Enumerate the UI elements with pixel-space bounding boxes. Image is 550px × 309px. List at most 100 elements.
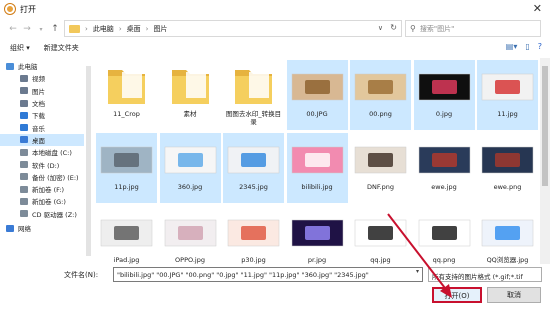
document-icon (20, 99, 28, 107)
sidebar-item-label: 图片 (32, 87, 45, 96)
refresh-icon[interactable]: ↻ (390, 23, 397, 32)
sidebar-item[interactable]: CD 驱动器 (Z:) (0, 208, 84, 220)
chevron-right-icon: › (145, 24, 149, 33)
sidebar-item[interactable]: 此电脑 (0, 60, 84, 72)
file-item[interactable]: DNF.png (350, 133, 411, 203)
file-name: qq.jpg (370, 256, 391, 264)
file-name: OPPO.jpg (175, 256, 205, 264)
file-item[interactable]: 0.jpg (413, 60, 475, 130)
cd-icon (20, 210, 28, 218)
sidebar-item[interactable]: 本地磁盘 (C:) (0, 146, 84, 158)
open-button[interactable]: 打开(O) (432, 287, 482, 303)
filename-field[interactable]: "bilibili.jpg" "00.JPG" "00.png" "0.jpg"… (113, 267, 423, 282)
chevron-down-icon[interactable]: ∨ (378, 24, 383, 32)
file-item[interactable]: ewe.jpg (414, 133, 475, 203)
search-input[interactable]: 搜索"图片" (420, 24, 454, 34)
image-thumbnail (291, 64, 344, 108)
file-item[interactable]: 素材 (160, 60, 221, 130)
breadcrumb-this-pc[interactable]: 此电脑 (93, 24, 114, 34)
file-list-scrollbar[interactable] (540, 58, 550, 264)
sidebar-item[interactable]: 网络 (0, 222, 84, 234)
sidebar-item[interactable]: 图片 (0, 85, 84, 97)
window-title: 打开 (20, 4, 36, 14)
sidebar-item[interactable]: 音乐 (0, 121, 84, 133)
sidebar-item[interactable]: 视频 (0, 72, 84, 84)
file-item[interactable]: 11p.jpg (96, 133, 157, 203)
sidebar-item-label: 软件 (D:) (32, 161, 60, 170)
file-name: 11p.jpg (114, 183, 139, 191)
organize-button[interactable]: 组织 ▾ (10, 43, 30, 53)
chevron-down-icon[interactable]: ▾ (416, 268, 419, 275)
file-item[interactable]: 11.jpg (477, 60, 538, 130)
close-icon[interactable]: ✕ (533, 2, 542, 15)
search-box[interactable]: ⚲ 搜索"图片" (405, 20, 541, 37)
chevron-right-icon: › (85, 24, 88, 33)
title-bar: 打开 ✕ (0, 0, 550, 18)
file-item[interactable]: bilibili.jpg (286, 133, 348, 203)
preview-pane-icon[interactable]: ▯ (525, 42, 529, 51)
image-thumbnail (481, 210, 534, 254)
breadcrumb-pictures[interactable]: 图片 (153, 24, 167, 34)
cancel-button[interactable]: 取消 (487, 287, 541, 303)
scrollbar-thumb[interactable] (542, 66, 548, 186)
folder-icon (100, 64, 153, 108)
file-name: 图图去水印_转换目录 (225, 110, 282, 126)
file-item[interactable]: iPad.jpg (96, 206, 157, 264)
file-item[interactable]: 360.jpg (159, 133, 221, 203)
file-name: 0.jpg (435, 110, 453, 118)
sidebar-item[interactable]: 桌面 (0, 133, 84, 147)
file-item[interactable]: 图图去水印_转换目录 (223, 60, 284, 130)
file-item[interactable]: p30.jpg (223, 206, 284, 264)
image-thumbnail (481, 137, 534, 181)
sidebar-item[interactable]: 下载 (0, 109, 84, 121)
new-folder-button[interactable]: 新建文件夹 (44, 43, 79, 53)
sidebar-scrollbar[interactable] (86, 66, 91, 256)
file-name: 11.jpg (497, 110, 518, 118)
file-item[interactable]: 11_Crop (96, 60, 157, 130)
file-item[interactable]: QQ浏览器.jpg (477, 206, 538, 264)
sidebar-item[interactable]: 新加卷 (G:) (0, 195, 84, 207)
file-name: DNF.png (367, 183, 394, 191)
file-item[interactable]: ewe.png (477, 133, 538, 203)
navigation-pane: 此电脑视频图片文档 下载 音乐 桌面 本地磁盘 (C:) 软件 (D:) 备份 (加密) (… (0, 58, 84, 264)
file-item[interactable]: OPPO.jpg (160, 206, 221, 264)
image-thumbnail (164, 210, 217, 254)
help-icon[interactable]: ? (538, 42, 542, 51)
network-icon (6, 224, 14, 232)
image-thumbnail (291, 137, 344, 181)
sidebar-item[interactable]: 软件 (D:) (0, 158, 84, 170)
sidebar-item-label: 文档 (32, 100, 45, 109)
filetype-select[interactable]: 所有支持的图片格式 (*.gif;*.tif (428, 267, 542, 282)
image-thumbnail (418, 137, 471, 181)
sidebar-item[interactable]: 文档 (0, 97, 84, 109)
file-name: bilibili.jpg (301, 183, 333, 191)
sidebar-item-label: 视频 (32, 75, 45, 84)
file-name: pr.jpg (307, 256, 327, 264)
forward-arrow-icon[interactable]: → (20, 24, 34, 34)
sidebar-item[interactable]: 备份 (加密) (E:) (0, 171, 84, 183)
disk-icon (20, 197, 28, 205)
file-name: qq.png (432, 256, 456, 264)
pictures-icon (20, 87, 28, 95)
desktop-icon (20, 136, 28, 144)
file-item[interactable]: pr.jpg (287, 206, 348, 264)
up-arrow-icon[interactable]: ↑ (48, 24, 62, 34)
image-thumbnail (100, 210, 153, 254)
breadcrumb-desktop[interactable]: 桌面 (127, 24, 141, 34)
image-thumbnail (227, 210, 280, 254)
back-arrow-icon[interactable]: ← (6, 24, 20, 34)
folder-icon (69, 24, 80, 33)
disk-icon (20, 148, 28, 156)
sidebar-item-label: 备份 (加密) (E:) (32, 173, 79, 182)
file-name: ewe.png (493, 183, 522, 191)
file-item[interactable]: 2345.jpg (223, 133, 284, 203)
file-item[interactable]: 00.png (350, 60, 411, 130)
address-bar[interactable]: › 此电脑 › 桌面 › 图片 ∨ ↻ (64, 20, 402, 37)
recent-dropdown-icon[interactable]: ▾ (34, 26, 48, 33)
file-item[interactable]: qq.jpg (350, 206, 411, 264)
file-item[interactable]: qq.png (414, 206, 475, 264)
file-name: 素材 (183, 110, 197, 118)
sidebar-item[interactable]: 新加卷 (F:) (0, 183, 84, 195)
view-options-icon[interactable]: ▤▾ (506, 42, 518, 51)
file-item[interactable]: 00.JPG (286, 60, 348, 130)
